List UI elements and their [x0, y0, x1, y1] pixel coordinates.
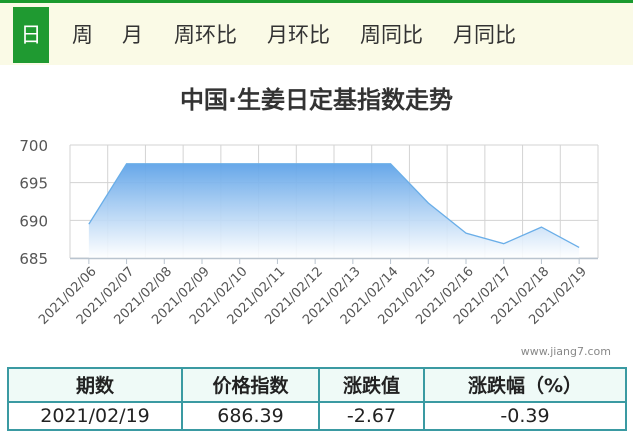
- cell-price-index: 686.39: [181, 400, 320, 432]
- cell-change-value: -2.67: [318, 400, 425, 432]
- y-tick-label: 685: [19, 250, 48, 268]
- axis-layer: [70, 257, 598, 264]
- summary-table: 期数 价格指数 涨跌值 涨跌幅（%） 2021/02/19 686.39 -2.…: [7, 367, 627, 432]
- header-period: 期数: [7, 367, 183, 403]
- header-change-percent: 涨跌幅（%）: [423, 367, 627, 403]
- y-tick-label: 695: [19, 175, 48, 193]
- price-index-chart: 6856906957002021/02/062021/02/072021/02/…: [19, 137, 599, 328]
- cell-change-percent: -0.39: [423, 400, 627, 432]
- area-layer: [88, 163, 580, 258]
- y-tick-label: 690: [19, 212, 48, 230]
- header-change-value: 涨跌值: [318, 367, 425, 403]
- watermark: www.jiang7.com: [520, 345, 611, 358]
- table-row: 2021/02/19 686.39 -2.67 -0.39: [7, 400, 627, 432]
- y-tick-label: 700: [19, 137, 48, 155]
- series-area: [88, 163, 580, 258]
- table-header-row: 期数 价格指数 涨跌值 涨跌幅（%）: [7, 367, 627, 403]
- header-price-index: 价格指数: [181, 367, 320, 403]
- cell-period: 2021/02/19: [7, 400, 183, 432]
